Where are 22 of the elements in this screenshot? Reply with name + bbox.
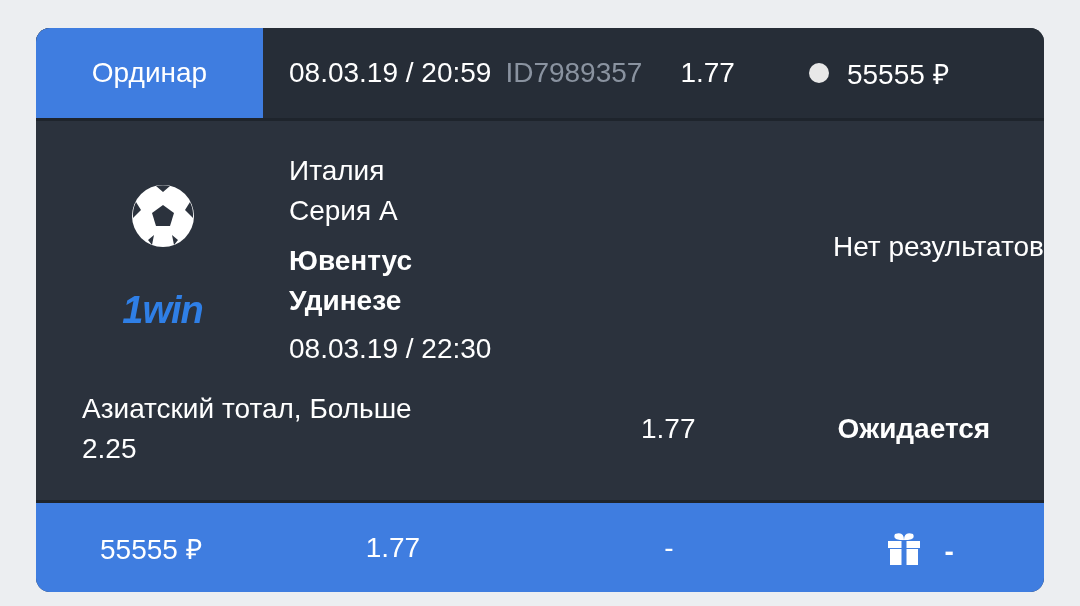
status-dot-icon xyxy=(808,63,829,83)
bet-id: ID7989357 xyxy=(505,57,643,89)
event-datetime: 08.03.19 / 22:30 xyxy=(289,332,492,366)
total-odds: 1.77 xyxy=(365,531,421,564)
bet-status: Ожидается xyxy=(837,413,991,445)
bet-amount: 55555 ₽ xyxy=(846,58,949,92)
brand-logo: 1win xyxy=(122,289,203,332)
stake-amount: 55555 ₽ xyxy=(100,532,202,567)
gift-icon xyxy=(886,530,923,565)
bonus-value: - xyxy=(944,535,954,568)
away-team: Удинезе xyxy=(289,284,403,318)
bet-type-label: Ординар xyxy=(36,28,263,118)
selection-odds: 1.77 xyxy=(641,413,696,445)
country-label: Италия xyxy=(289,154,386,188)
soccer-ball-icon xyxy=(129,183,196,249)
result-text: Нет результатов xyxy=(832,231,1044,264)
payout-value: - xyxy=(664,531,674,564)
bet-datetime: 08.03.19 / 20:59 xyxy=(289,57,492,89)
market-label: Азиатский тотал, Больше 2.25 xyxy=(82,392,413,466)
league-label: Серия А xyxy=(289,194,399,228)
home-team: Ювентус xyxy=(289,244,414,278)
bet-odds: 1.77 xyxy=(680,57,735,89)
